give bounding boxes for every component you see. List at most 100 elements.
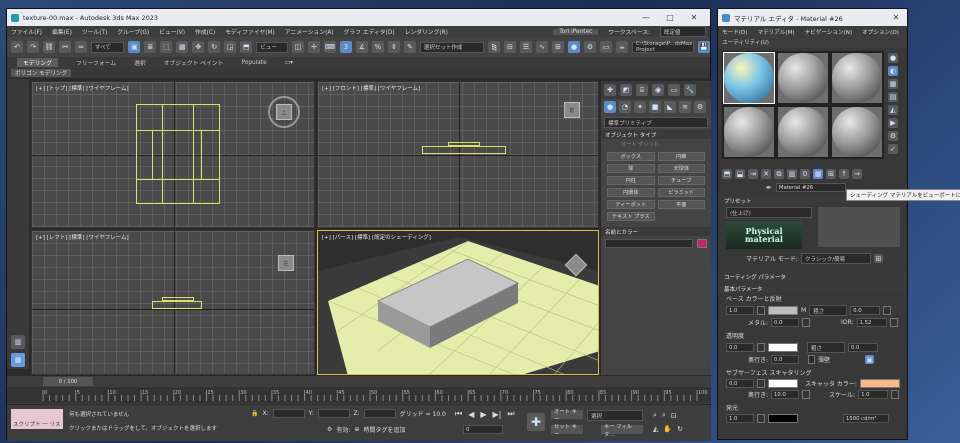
zoom-extents-icon[interactable]: ⊡	[671, 412, 677, 420]
set-key-big-icon[interactable]: ✚	[527, 413, 545, 431]
menu-item[interactable]: ツール(T)	[82, 27, 107, 36]
time-tag-icon[interactable]: ⊕	[354, 426, 359, 433]
viewport-persp-label[interactable]: [+] [パース] [標準] [既定のシェーディング]	[322, 233, 431, 241]
object-color-swatch[interactable]	[697, 239, 707, 248]
emission-weight-field[interactable]: 1.0	[726, 414, 754, 423]
menu-item[interactable]: 作成(C)	[195, 27, 215, 36]
render-icon[interactable]: ☕	[616, 41, 628, 53]
depth-field[interactable]: 0.0	[771, 355, 800, 364]
viewport-layout-icon[interactable]: ▦	[11, 353, 25, 367]
category-dropdown[interactable]: 標準プリミティブ	[604, 117, 708, 128]
metalness-field[interactable]: 0.0	[771, 318, 800, 327]
ribbon-toggle-icon[interactable]: ▭▾	[285, 60, 293, 66]
key-filters-button[interactable]: キー フィルタ...	[601, 424, 643, 438]
viewport-top[interactable]: [+] [トップ] [標準] [ワイヤフレーム] 上	[31, 81, 315, 228]
systems-icon[interactable]: ⚙	[694, 101, 706, 113]
background-icon[interactable]: ▦	[888, 79, 898, 89]
select-by-material-icon[interactable]: ✓	[888, 144, 898, 154]
lights-icon[interactable]: ✦	[634, 101, 646, 113]
menu-item[interactable]: グループ(G)	[117, 27, 149, 36]
rect-selection-icon[interactable]: ⬚	[160, 41, 173, 53]
next-frame-icon[interactable]: ▶|	[493, 410, 502, 419]
eyedropper-icon[interactable]: ✒	[766, 184, 772, 192]
undo-icon[interactable]: ↶	[11, 41, 23, 53]
curve-editor-icon[interactable]: ∿	[536, 41, 548, 53]
redo-icon[interactable]: ↷	[27, 41, 39, 53]
transparency-map-button[interactable]	[757, 343, 765, 352]
zoom-icon[interactable]: ⌕	[653, 411, 657, 420]
workspace-dropdown[interactable]: 既定値	[660, 26, 706, 37]
go-to-parent-icon[interactable]: ↑	[839, 169, 849, 179]
orbit-icon[interactable]: ↻	[677, 425, 683, 433]
tube-button[interactable]: チューブ	[657, 176, 705, 185]
make-unique-icon[interactable]: ⧉	[774, 169, 784, 179]
set-key-button[interactable]: セット キー	[551, 424, 583, 438]
link-icon[interactable]: ⛓	[43, 41, 55, 53]
menu-item[interactable]: レンダリング(R)	[405, 27, 448, 36]
video-check-icon[interactable]: ◭	[888, 105, 898, 115]
material-editor-titlebar[interactable]: マテリアル エディタ - Material #26 ✕	[718, 9, 907, 26]
render-frame-icon[interactable]: ▭	[600, 41, 612, 53]
reference-coord-dropdown[interactable]: ビュー	[256, 41, 288, 53]
options-icon[interactable]: ⚙	[888, 131, 898, 141]
sample-slot[interactable]	[831, 52, 883, 104]
go-forward-icon[interactable]: →	[852, 169, 862, 179]
box-button[interactable]: ボックス	[607, 152, 655, 161]
viewport-layout-alt-icon[interactable]: ▥	[11, 335, 25, 349]
keyboard-shortcut-icon[interactable]: ⌨	[323, 41, 336, 53]
luminance-field[interactable]: 1500 cd/m²	[843, 414, 889, 423]
transparency-rough-field[interactable]: 0.0	[848, 343, 878, 352]
place-icon[interactable]: ⬒	[240, 41, 253, 53]
material-editor-close-button[interactable]: ✕	[889, 13, 903, 22]
modify-tab-icon[interactable]: ◩	[620, 84, 632, 96]
sss-depth-field[interactable]: 10.0	[771, 390, 800, 399]
select-move-icon[interactable]: ✥	[192, 41, 205, 53]
cone-button[interactable]: 円錐	[657, 152, 705, 161]
material-mode-dropdown[interactable]: クラシック/簡易	[800, 253, 871, 264]
angle-snap-icon[interactable]: ∡	[355, 41, 368, 53]
user-name[interactable]: Tori iPentec	[553, 28, 599, 35]
display-tab-icon[interactable]: ▭	[668, 84, 680, 96]
lock-icon[interactable]: 🔒	[251, 410, 258, 417]
transparency-rough-dropdown[interactable]: 粗さ	[807, 342, 845, 353]
menu-item[interactable]: グラフ エディタ(D)	[344, 27, 395, 36]
unlink-icon[interactable]: ⚯	[59, 41, 71, 53]
base-color-swatch[interactable]	[768, 306, 798, 315]
plane-button[interactable]: 平面	[657, 200, 705, 209]
me-menu-material[interactable]: マテリアル(M)	[757, 28, 794, 37]
emission-color-swatch[interactable]	[768, 414, 798, 423]
show-end-result-icon[interactable]: ⊞	[826, 169, 836, 179]
viewport-perspective[interactable]: [+] [パース] [標準] [既定のシェーディング]	[317, 230, 599, 375]
roughness-map-button[interactable]	[883, 306, 892, 315]
make-preview-icon[interactable]: ▶	[888, 118, 898, 128]
show-shaded-in-viewport-icon[interactable]: ▦	[813, 169, 823, 179]
tab-populate[interactable]: Populate	[241, 60, 266, 66]
base-map-button[interactable]	[757, 306, 765, 315]
maxscript-listener[interactable]: スクリプト 一 リス	[11, 409, 63, 429]
menu-item[interactable]: 編集(E)	[52, 27, 72, 36]
goto-start-icon[interactable]: ⏮	[455, 409, 462, 419]
viewcube[interactable]: 前	[564, 102, 580, 118]
get-material-icon[interactable]: ⬒	[722, 169, 732, 179]
pan-icon[interactable]: ✋	[663, 425, 672, 433]
enabled-icon[interactable]: ⚙	[327, 426, 332, 433]
edit-named-sel-icon[interactable]: ✎	[403, 41, 416, 53]
sample-type-icon[interactable]: ●	[888, 53, 898, 63]
assign-material-icon[interactable]: ⇥	[748, 169, 758, 179]
time-slider[interactable]: 0 / 100	[43, 377, 93, 386]
transparency-weight-field[interactable]: 0.0	[726, 343, 754, 352]
ior-field[interactable]: 1.52	[856, 318, 887, 327]
roughness-field[interactable]: 0.0	[850, 306, 881, 315]
tab-object-paint[interactable]: オブジェクト ペイント	[164, 58, 224, 67]
selection-filter-dropdown[interactable]: すべて	[91, 41, 125, 53]
scale-map-button[interactable]	[891, 390, 900, 399]
section-object-type[interactable]: オブジェクト タイプ	[601, 130, 711, 139]
geometry-icon[interactable]: ●	[604, 101, 616, 113]
minimize-button[interactable]: —	[634, 13, 658, 22]
menu-item[interactable]: ビュー(V)	[159, 27, 185, 36]
add-time-tag[interactable]: 時間タグを追加	[363, 425, 405, 434]
roughness-dropdown[interactable]: 粗さ	[809, 305, 848, 316]
hierarchy-tab-icon[interactable]: ⌸	[636, 84, 648, 96]
thin-walled-checkbox[interactable]	[808, 355, 816, 364]
utilities-tab-icon[interactable]: 🔧	[684, 84, 696, 96]
